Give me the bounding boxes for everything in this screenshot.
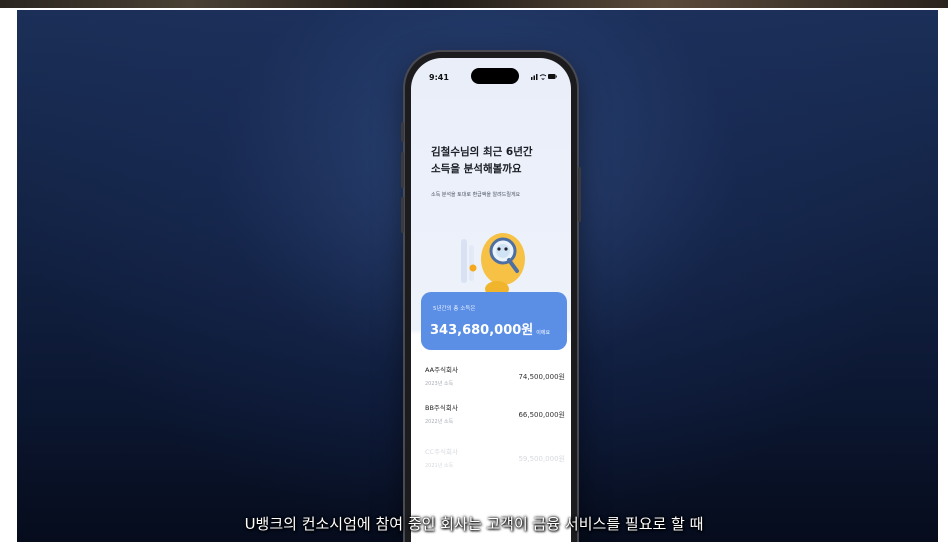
company-income-year: 2023년 소득 bbox=[425, 381, 454, 387]
list-item-company[interactable]: CC주식회사 2021년 소득 59,500,000원 bbox=[421, 446, 565, 480]
subtitle: 소득 분석을 토대로 환급액을 알려드릴게요 bbox=[431, 192, 521, 198]
total-income-value: 343,680,000원 bbox=[430, 323, 534, 338]
company-income-year: 2022년 소득 bbox=[425, 419, 454, 425]
phone-volume-up-button bbox=[401, 152, 404, 188]
phone-power-button bbox=[578, 167, 581, 222]
total-income-label: 5년간의 총 소득은 bbox=[433, 306, 476, 312]
total-income-card: 5년간의 총 소득은 343,680,000원 이에요 bbox=[421, 292, 567, 350]
company-name: AA주식회사 bbox=[425, 366, 458, 374]
headline-line1: 김철수님의 최근 6년간 bbox=[431, 146, 533, 158]
total-income-suffix: 이에요 bbox=[536, 330, 551, 336]
total-income-amount: 343,680,000원 이에요 bbox=[430, 319, 550, 338]
phone-volume-down-button bbox=[401, 197, 404, 233]
phone-screen: 9:41 김철수님의 최근 6년간 소득을 분석해볼까요 소득 분석을 토대로 … bbox=[411, 58, 571, 542]
company-income-amount: 59,500,000원 bbox=[518, 455, 565, 463]
signal-wifi-battery-icon bbox=[531, 74, 557, 80]
video-frame: 9:41 김철수님의 최근 6년간 소득을 분석해볼까요 소득 분석을 토대로 … bbox=[17, 10, 938, 542]
status-icons bbox=[531, 72, 557, 82]
status-time: 9:41 bbox=[429, 73, 449, 82]
magnifier-mascot-illustration bbox=[451, 223, 541, 303]
company-name: BB주식회사 bbox=[425, 404, 458, 412]
list-item-company[interactable]: AA주식회사 2023년 소득 74,500,000원 bbox=[421, 364, 565, 398]
video-subtitle: U뱅크의 컨소시엄에 참여 중인 회사는 고객이 금융 서비스를 필요로 할 때 bbox=[244, 515, 704, 533]
company-name: CC주식회사 bbox=[425, 448, 458, 456]
status-bar: 9:41 bbox=[411, 58, 571, 88]
company-income-amount: 74,500,000원 bbox=[518, 373, 565, 381]
video-top-strip bbox=[0, 0, 948, 8]
phone-mute-button bbox=[401, 122, 404, 142]
phone-mockup: 9:41 김철수님의 최근 6년간 소득을 분석해볼까요 소득 분석을 토대로 … bbox=[401, 52, 581, 542]
headline-line2: 소득을 분석해볼까요 bbox=[431, 163, 522, 175]
dynamic-island bbox=[471, 68, 519, 84]
page-title: 김철수님의 최근 6년간 소득을 분석해볼까요 bbox=[431, 144, 561, 178]
company-income-amount: 66,500,000원 bbox=[518, 411, 565, 419]
company-income-year: 2021년 소득 bbox=[425, 463, 454, 469]
list-item-company[interactable]: BB주식회사 2022년 소득 66,500,000원 bbox=[421, 402, 565, 436]
